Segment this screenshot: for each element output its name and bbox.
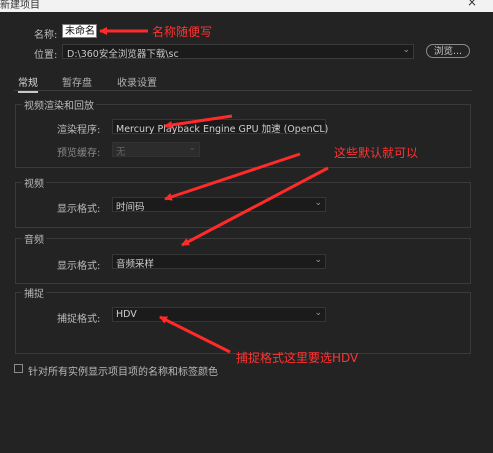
audio-format-label: 显示格式: [57, 261, 101, 272]
annotation-defaults-note: 这些默认就可以 [334, 146, 419, 160]
group-title: 音频 [22, 231, 46, 246]
chevron-down-icon: ⌄ [402, 45, 410, 55]
location-select[interactable]: D:\360安全浏览器下载\sc ⌄ [62, 44, 414, 60]
checkbox-label: 针对所有实例显示项目项的名称和标签颜色 [28, 367, 218, 378]
annotation-capture-note: 捕捉格式这里要选HDV [236, 351, 359, 365]
dialog-title: 新建项目 [0, 0, 40, 11]
preview-cache-value: 无 [116, 147, 126, 158]
tab-ingest-settings[interactable]: 收录设置 [117, 74, 157, 89]
close-icon[interactable]: × [467, 0, 477, 9]
tab-scratch-disks[interactable]: 暂存盘 [62, 74, 92, 89]
renderer-select[interactable]: Mercury Playback Engine GPU 加速 (OpenCL) … [112, 119, 329, 135]
audio-format-value: 音频采样 [116, 259, 155, 270]
name-label: 名称: [34, 30, 58, 41]
tab-general[interactable]: 常规 [18, 74, 38, 93]
capture-format-label: 捕捉格式: [57, 314, 101, 325]
chevron-down-icon: ⌄ [314, 308, 322, 318]
group-title: 视频 [22, 175, 46, 190]
chevron-down-icon: ⌄ [314, 120, 322, 130]
video-format-value: 时间码 [116, 202, 145, 213]
audio-format-select[interactable]: 音频采样 ⌄ [112, 254, 326, 270]
show-item-names-checkbox[interactable] [14, 364, 23, 373]
capture-format-select[interactable]: HDV ⌄ [112, 307, 326, 322]
renderer-value: Mercury Playback Engine GPU 加速 (OpenCL) [116, 124, 329, 135]
chevron-down-icon: ⌄ [314, 198, 322, 208]
preview-cache-select: 无 ⌄ [112, 142, 200, 158]
chevron-down-icon: ⌄ [188, 143, 196, 153]
preview-cache-label: 预览缓存: [57, 148, 101, 159]
tabs-divider [14, 90, 472, 91]
name-input[interactable]: 未命名 [62, 24, 97, 38]
title-bar: 新建项目 × [0, 0, 493, 12]
video-format-select[interactable]: 时间码 ⌄ [112, 197, 326, 213]
group-title: 视频渲染和回放 [22, 97, 96, 112]
renderer-label: 渲染程序: [57, 125, 101, 136]
annotation-name-note: 名称随便写 [152, 25, 213, 39]
location-value: D:\360安全浏览器下载\sc [67, 49, 179, 60]
location-label: 位置: [34, 50, 58, 61]
chevron-down-icon: ⌄ [314, 255, 322, 265]
group-title: 捕捉 [22, 285, 46, 300]
capture-format-value: HDV [116, 309, 137, 320]
video-format-label: 显示格式: [57, 204, 101, 215]
browse-button[interactable]: 浏览... [426, 44, 470, 58]
